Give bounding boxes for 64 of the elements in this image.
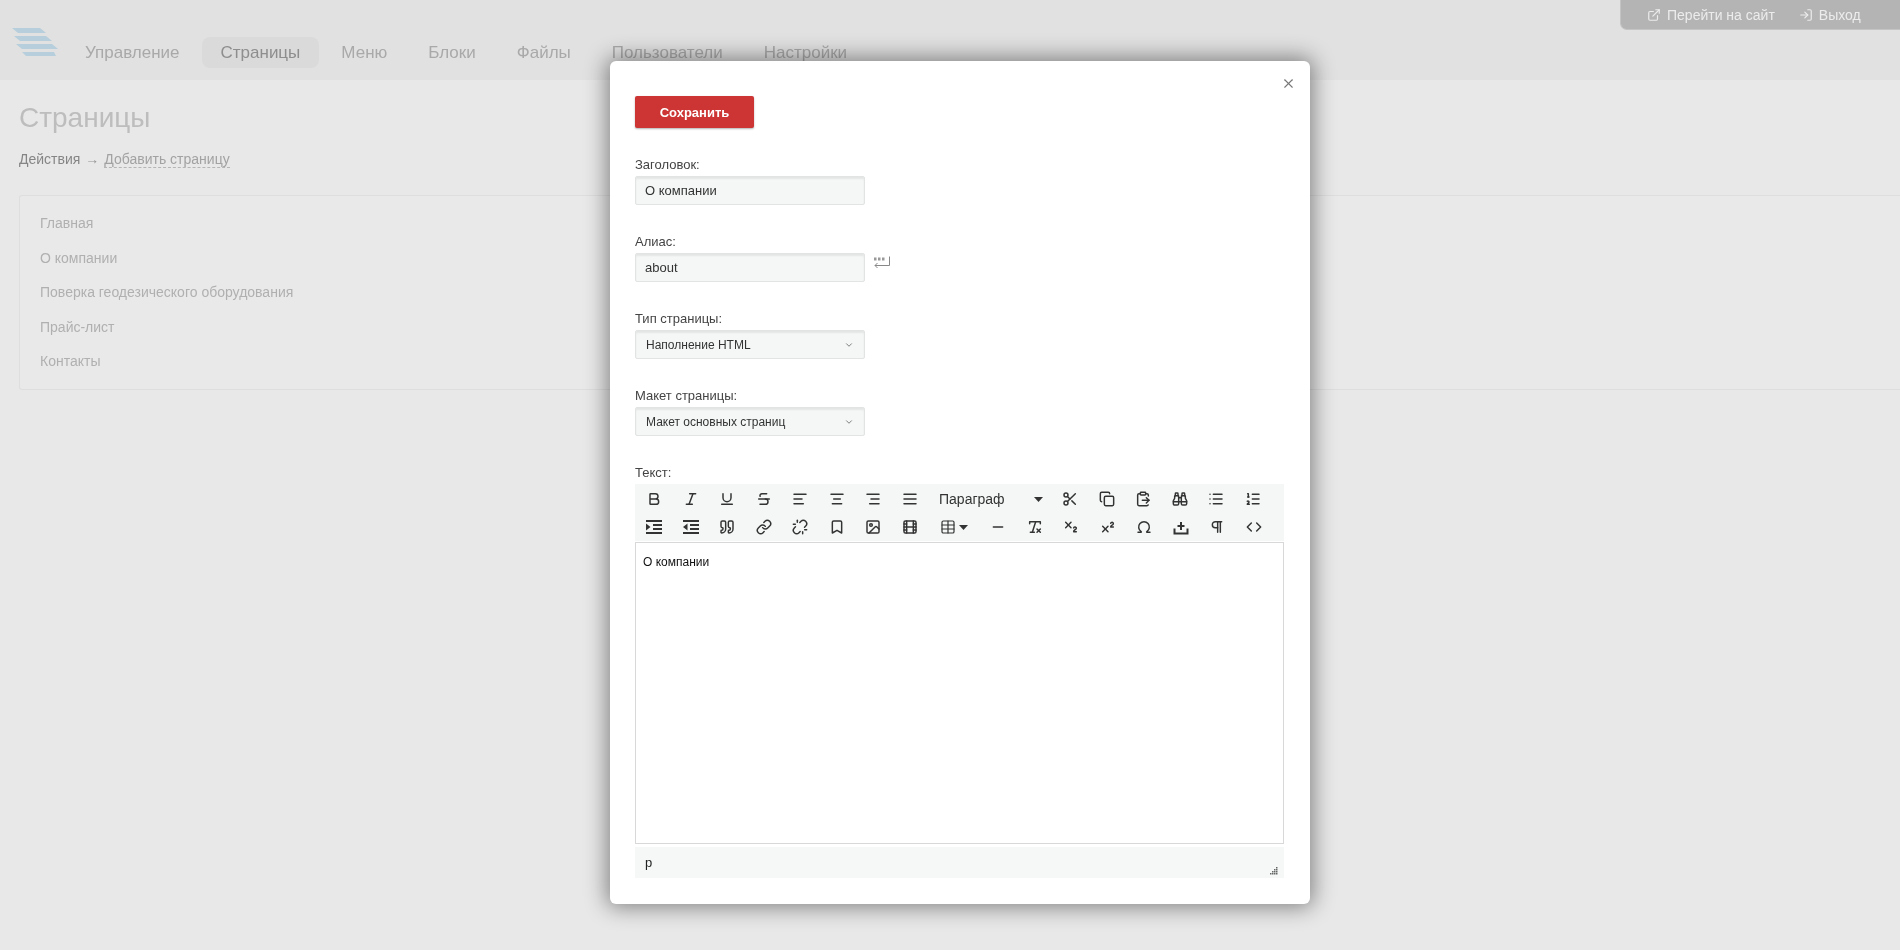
go-to-site-link[interactable]: Перейти на сайт [1647, 6, 1775, 23]
scissors-icon[interactable] [1062, 491, 1078, 507]
field-label: Текст: [635, 465, 672, 481]
align-center-icon[interactable] [828, 491, 845, 507]
nav-tab[interactable]: Меню [322, 44, 407, 61]
field-label: Тип страницы: [635, 311, 723, 327]
paste-icon[interactable] [1135, 491, 1151, 507]
page-link[interactable]: Поверка геодезического оборудования [40, 275, 294, 310]
logout-icon [1798, 7, 1813, 22]
select-dropdown[interactable]: Макет основных страниц [635, 407, 865, 436]
field-label: Заголовок: [635, 157, 700, 173]
outdent-icon[interactable] [682, 519, 699, 535]
align-left-icon[interactable] [792, 491, 808, 507]
return-arrow-icon[interactable] [873, 256, 891, 270]
text-input[interactable]: О компании [635, 176, 865, 205]
pilcrow-icon[interactable] [1209, 519, 1225, 535]
breadcrumb-arrow: → [85, 150, 100, 168]
underline-icon[interactable] [719, 491, 735, 507]
image-icon[interactable] [865, 519, 881, 535]
nav-tab[interactable]: Блоки [409, 44, 495, 61]
align-right-icon[interactable] [865, 491, 881, 507]
bullet-list-icon[interactable] [1208, 491, 1224, 507]
add-page-link[interactable]: Добавить страницу [104, 150, 230, 168]
strikethrough-icon[interactable] [755, 491, 772, 507]
superscript-icon[interactable] [1099, 519, 1116, 535]
caret-icon[interactable] [1033, 496, 1043, 502]
nav-tab[interactable]: Файлы [497, 44, 590, 61]
code-icon[interactable] [1245, 519, 1262, 535]
logout-link[interactable]: Выход [1798, 6, 1861, 23]
quote-icon[interactable] [719, 519, 735, 535]
page-link[interactable]: Главная [40, 206, 94, 241]
element-path[interactable]: p [645, 855, 653, 870]
format-dropdown[interactable]: Параграф [931, 486, 1049, 512]
bold-icon[interactable] [646, 491, 662, 507]
text-input[interactable]: about [635, 253, 865, 282]
breadcrumb-label: Действия [19, 150, 81, 168]
numbered-list-icon[interactable] [1244, 491, 1261, 507]
close-icon[interactable] [1281, 76, 1296, 91]
tray-plus-icon[interactable] [1172, 519, 1189, 535]
page-link[interactable]: Прайс-лист [40, 309, 115, 344]
link-icon[interactable] [755, 519, 772, 535]
external-link-icon [1647, 7, 1661, 22]
page-link[interactable]: Контакты [40, 344, 101, 379]
film-icon[interactable] [901, 519, 918, 535]
unlink-icon[interactable] [792, 519, 808, 535]
select-dropdown[interactable]: Наполнение HTML [635, 330, 865, 359]
align-justify-icon[interactable] [901, 491, 918, 507]
page-link[interactable]: О компании [40, 240, 118, 275]
editor-text: О компании [643, 555, 710, 569]
clear-formatting-icon[interactable] [1026, 519, 1043, 535]
copy-icon[interactable] [1098, 491, 1115, 507]
save-button[interactable]: Сохранить [635, 96, 754, 128]
indent-icon[interactable] [646, 519, 662, 535]
omega-icon[interactable] [1136, 519, 1152, 535]
subscript-icon[interactable] [1063, 519, 1079, 535]
table-icon[interactable] [939, 519, 956, 535]
nav-tab[interactable]: Управление [66, 44, 199, 61]
editor-area[interactable]: О компании [635, 542, 1284, 844]
nav-tab[interactable]: Страницы [201, 37, 320, 68]
resize-handle-icon[interactable] [1270, 867, 1278, 875]
field-label: Алиас: [635, 234, 676, 250]
caret-icon[interactable] [958, 524, 968, 530]
binoculars-icon[interactable] [1171, 491, 1188, 507]
field-label: Макет страницы: [635, 388, 738, 404]
